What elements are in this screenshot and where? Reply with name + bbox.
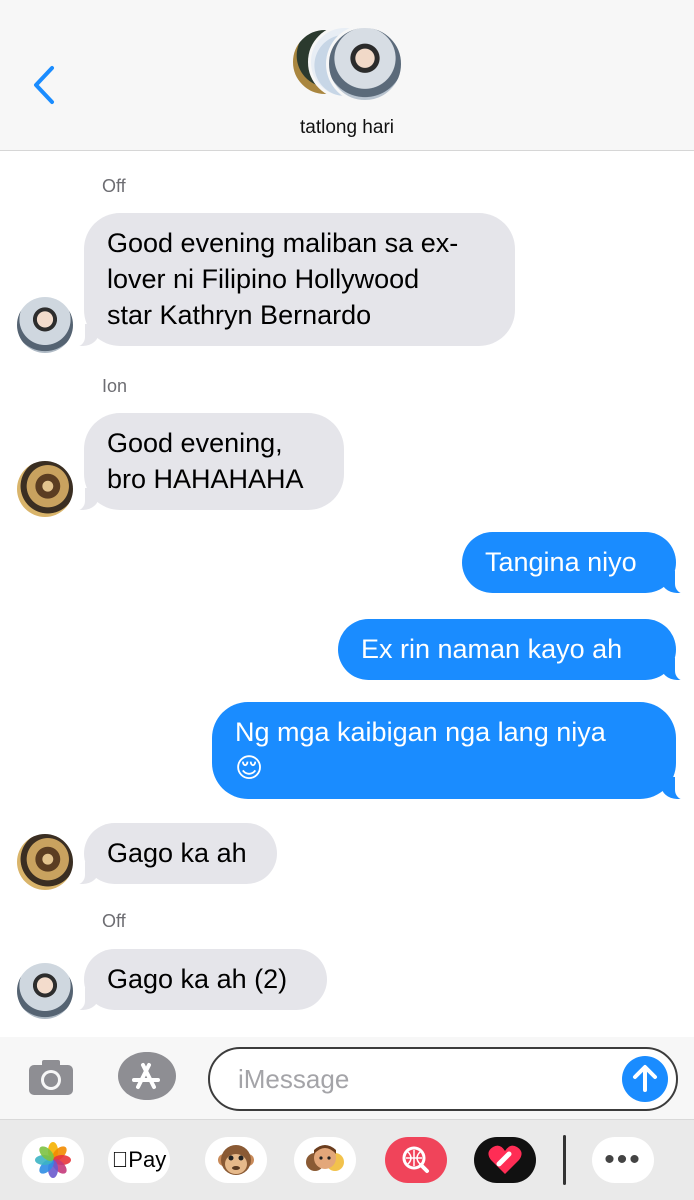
- message-thread: Off Good evening maliban sa ex- lover ni…: [0, 151, 694, 1037]
- animoji-button[interactable]: [205, 1137, 267, 1183]
- search-images-icon: [385, 1137, 447, 1183]
- sender-avatar[interactable]: [17, 461, 73, 517]
- image-search-button[interactable]: [385, 1137, 447, 1183]
- animoji-icon: [218, 1145, 254, 1175]
- apple-pay-button[interactable]: Pay: [108, 1137, 170, 1183]
- app-store-icon[interactable]: [116, 1051, 178, 1101]
- photos-icon: [35, 1142, 71, 1178]
- camera-icon[interactable]: [27, 1057, 75, 1097]
- incoming-message-bubble[interactable]: Good evening maliban sa ex- lover ni Fil…: [73, 213, 515, 347]
- send-button[interactable]: [622, 1056, 668, 1102]
- memoji-icon: [306, 1145, 344, 1171]
- sender-name: Off: [102, 911, 126, 931]
- more-apps-button[interactable]: •••: [592, 1137, 654, 1183]
- sender-name: Off: [102, 176, 126, 196]
- message-input-bar: iMessage: [0, 1037, 694, 1119]
- outgoing-message-bubble[interactable]: Ng mga kaibigan nga lang niya 😌: [212, 702, 687, 800]
- more-icon: •••: [604, 1143, 642, 1176]
- app-drawer: Pay •••: [0, 1119, 694, 1200]
- group-avatar[interactable]: [290, 25, 405, 105]
- group-name[interactable]: tatlong hari: [0, 117, 694, 139]
- digital-touch-button[interactable]: [474, 1137, 536, 1183]
- drawer-separator: [563, 1135, 566, 1185]
- photos-app-button[interactable]: [22, 1137, 84, 1183]
- incoming-message-bubble[interactable]: Gago ka ah (2): [73, 949, 327, 1011]
- conversation-header: tatlong hari: [0, 0, 694, 151]
- digital-touch-icon: [488, 1145, 522, 1174]
- imessage-input[interactable]: iMessage: [208, 1047, 678, 1111]
- arrow-up-icon: [633, 1065, 657, 1092]
- sender-avatar[interactable]: [17, 963, 73, 1019]
- apple-pay-icon: Pay: [112, 1147, 166, 1172]
- input-placeholder: iMessage: [238, 1064, 350, 1094]
- memoji-button[interactable]: [294, 1137, 356, 1183]
- outgoing-message-bubble[interactable]: Ex rin naman kayo ah: [338, 619, 687, 681]
- sender-avatar[interactable]: [17, 297, 73, 353]
- back-chevron-icon[interactable]: [30, 64, 60, 106]
- member-avatar-off: [326, 25, 404, 103]
- outgoing-message-bubble[interactable]: Tangina niyo: [462, 532, 687, 594]
- sender-avatar[interactable]: [17, 834, 73, 890]
- sender-name: Ion: [102, 376, 128, 396]
- incoming-message-bubble[interactable]: Gago ka ah: [73, 823, 277, 885]
- incoming-message-bubble[interactable]: Good evening, bro HAHAHAHA: [73, 413, 344, 511]
